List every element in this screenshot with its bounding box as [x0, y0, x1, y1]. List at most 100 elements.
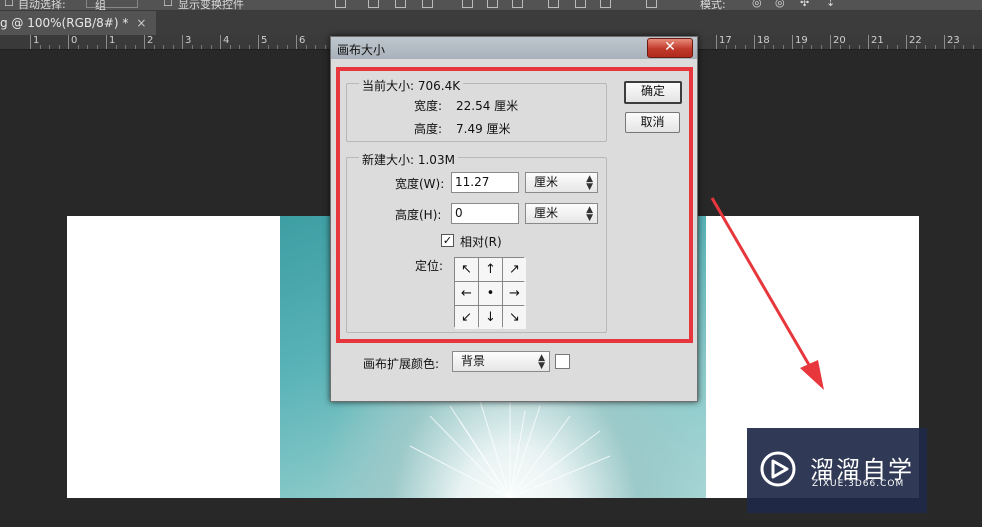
ruler-label: 3: [185, 35, 192, 46]
distribute-left-icon[interactable]: [548, 0, 559, 8]
close-tab-icon[interactable]: ×: [136, 16, 146, 30]
options-bar: ☐ 自动选择: 组 ☐ 显示变换控件 模式: ◎ ◎ ✣ ⇣: [0, 0, 982, 11]
ruler-label: 5: [261, 35, 268, 46]
ok-button[interactable]: 确定: [624, 81, 682, 104]
ruler-minor-tick: [115, 45, 117, 49]
ruler-major-tick: [68, 35, 69, 49]
ruler-minor-tick: [172, 45, 174, 49]
distribute-bottom-icon[interactable]: [512, 0, 523, 8]
ruler-minor-tick: [315, 45, 316, 49]
ruler-minor-tick: [286, 45, 288, 49]
extension-color-select[interactable]: 背景 ▲ ▼: [452, 351, 550, 372]
show-transform-checkbox-icon[interactable]: ☐: [163, 0, 173, 9]
ruler-label: 1: [33, 35, 40, 46]
ruler-minor-tick: [39, 45, 41, 49]
dialog-title: 画布大小: [337, 43, 386, 57]
auto-align-icon[interactable]: [646, 0, 657, 8]
layer-dropdown[interactable]: 组: [86, 0, 138, 10]
slide-3d-icon[interactable]: ⇣: [826, 0, 835, 9]
ruler-minor-tick: [811, 45, 812, 49]
ruler-minor-tick: [877, 45, 879, 49]
play-logo-icon: [760, 451, 796, 487]
ruler-minor-tick: [58, 45, 60, 49]
ruler-major-tick: [906, 35, 907, 49]
ruler-minor-tick: [963, 45, 964, 49]
ruler-minor-tick: [163, 45, 164, 49]
show-transform-label: 显示变换控件: [178, 0, 244, 11]
distribute-middle-icon[interactable]: [487, 0, 498, 8]
ruler-major-tick: [30, 35, 31, 49]
ruler-major-tick: [220, 35, 221, 49]
ruler-major-tick: [144, 35, 145, 49]
cancel-button[interactable]: 取消: [625, 112, 680, 133]
ruler-minor-tick: [744, 45, 746, 49]
ruler-major-tick: [868, 35, 869, 49]
document-tab-bar: g @ 100%(RGB/8#) * ×: [0, 11, 982, 36]
extension-color-swatch[interactable]: [555, 354, 570, 369]
ruler-major-tick: [296, 35, 297, 49]
ruler-minor-tick: [725, 45, 727, 49]
ruler-minor-tick: [77, 45, 79, 49]
align-left-icon[interactable]: [422, 0, 433, 8]
ruler-minor-tick: [773, 45, 774, 49]
ruler-major-tick: [792, 35, 793, 49]
ruler-minor-tick: [925, 45, 926, 49]
align-top-icon[interactable]: [335, 0, 346, 8]
ruler-major-tick: [754, 35, 755, 49]
ruler-minor-tick: [87, 45, 88, 49]
red-highlight-frame: [336, 67, 693, 343]
close-button[interactable]: ✕: [647, 38, 693, 58]
ruler-minor-tick: [191, 45, 193, 49]
ruler-label: 6: [299, 35, 306, 46]
dialog-title-bar[interactable]: 画布大小 ✕: [331, 37, 697, 59]
ruler-label: 0: [71, 35, 78, 46]
ruler-minor-tick: [324, 45, 326, 49]
ruler-minor-tick: [896, 45, 898, 49]
distribute-center-icon[interactable]: [575, 0, 586, 8]
ruler-minor-tick: [849, 45, 850, 49]
ruler-minor-tick: [277, 45, 278, 49]
ruler-minor-tick: [801, 45, 803, 49]
drag-3d-icon[interactable]: ✣: [800, 0, 809, 9]
ruler-major-tick: [258, 35, 259, 49]
roll-3d-icon[interactable]: ◎: [775, 0, 785, 9]
ruler-minor-tick: [239, 45, 240, 49]
ruler-minor-tick: [267, 45, 269, 49]
auto-select-label: 自动选择:: [18, 0, 66, 11]
align-bottom-icon[interactable]: [395, 0, 406, 8]
document-tab[interactable]: g @ 100%(RGB/8#) * ×: [0, 11, 157, 35]
ruler-minor-tick: [839, 45, 841, 49]
ruler-minor-tick: [248, 45, 250, 49]
ruler-minor-tick: [49, 45, 50, 49]
ruler-minor-tick: [858, 45, 860, 49]
watermark-url: ZIXUE.3D66.COM: [812, 479, 905, 489]
3d-mode-label: 模式:: [700, 0, 726, 11]
ruler-minor-tick: [972, 45, 974, 49]
ruler-major-tick: [716, 35, 717, 49]
ruler-label: 1: [109, 35, 116, 46]
ruler-minor-tick: [887, 45, 888, 49]
distribute-top-icon[interactable]: [462, 0, 473, 8]
document-tab-title: g @ 100%(RGB/8#) *: [0, 16, 129, 30]
extension-color-label: 画布扩展颜色:: [363, 357, 440, 371]
ruler-minor-tick: [782, 45, 784, 49]
ruler-label: 4: [223, 35, 230, 46]
ruler-major-tick: [830, 35, 831, 49]
ruler-major-tick: [944, 35, 945, 49]
ruler-minor-tick: [305, 45, 307, 49]
ruler-minor-tick: [201, 45, 202, 49]
align-middle-icon[interactable]: [368, 0, 379, 8]
ruler-minor-tick: [934, 45, 936, 49]
auto-select-checkbox-icon[interactable]: ☐: [4, 0, 14, 9]
ruler-label: 2: [147, 35, 154, 46]
ruler-minor-tick: [735, 45, 736, 49]
extension-color-value: 背景: [461, 354, 486, 368]
ruler-minor-tick: [134, 45, 136, 49]
distribute-right-icon[interactable]: [600, 0, 611, 8]
rotate-3d-icon[interactable]: ◎: [752, 0, 762, 9]
ruler-minor-tick: [820, 45, 822, 49]
ruler-minor-tick: [96, 45, 98, 49]
ruler-minor-tick: [210, 45, 212, 49]
ruler-minor-tick: [153, 45, 155, 49]
ruler-minor-tick: [915, 45, 917, 49]
